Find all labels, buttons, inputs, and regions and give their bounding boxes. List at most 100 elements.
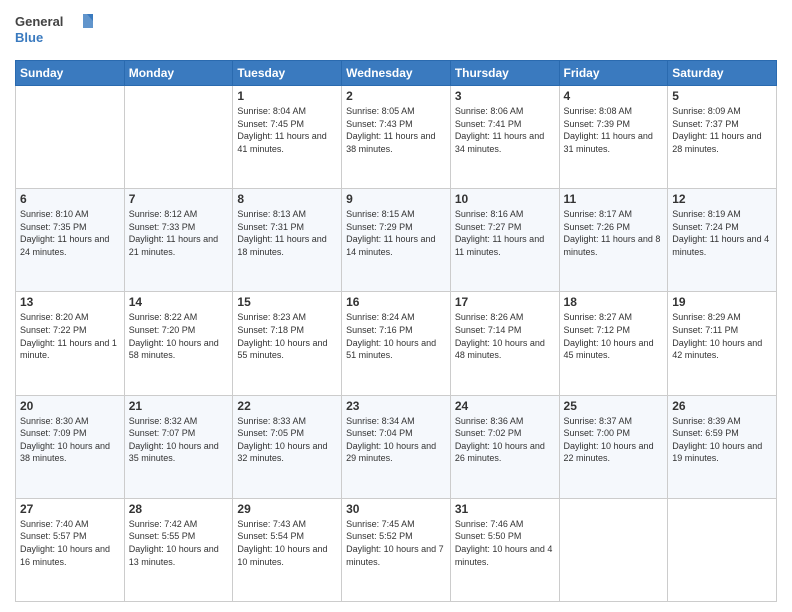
day-info: Sunrise: 8:39 AM Sunset: 6:59 PM Dayligh… (672, 415, 772, 465)
calendar-cell: 23 Sunrise: 8:34 AM Sunset: 7:04 PM Dayli… (342, 395, 451, 498)
calendar-cell: 25 Sunrise: 8:37 AM Sunset: 7:00 PM Dayli… (559, 395, 668, 498)
weekday-header: Friday (559, 61, 668, 86)
day-info: Sunrise: 8:05 AM Sunset: 7:43 PM Dayligh… (346, 105, 446, 155)
day-info: Sunrise: 8:34 AM Sunset: 7:04 PM Dayligh… (346, 415, 446, 465)
calendar-cell: 29 Sunrise: 7:43 AM Sunset: 5:54 PM Dayli… (233, 498, 342, 601)
day-number: 26 (672, 399, 772, 413)
day-number: 25 (564, 399, 664, 413)
day-info: Sunrise: 8:27 AM Sunset: 7:12 PM Dayligh… (564, 311, 664, 361)
day-info: Sunrise: 7:45 AM Sunset: 5:52 PM Dayligh… (346, 518, 446, 568)
calendar-cell: 22 Sunrise: 8:33 AM Sunset: 7:05 PM Dayli… (233, 395, 342, 498)
calendar-cell: 24 Sunrise: 8:36 AM Sunset: 7:02 PM Dayli… (450, 395, 559, 498)
day-info: Sunrise: 8:32 AM Sunset: 7:07 PM Dayligh… (129, 415, 229, 465)
day-number: 17 (455, 295, 555, 309)
calendar-week-row: 20Sunrise: 8:30 AM Sunset: 7:09 PM Dayli… (16, 395, 777, 498)
day-info: Sunrise: 8:15 AM Sunset: 7:29 PM Dayligh… (346, 208, 446, 258)
day-number: 15 (237, 295, 337, 309)
day-number: 27 (20, 502, 120, 516)
day-info: Sunrise: 8:13 AM Sunset: 7:31 PM Dayligh… (237, 208, 337, 258)
calendar-cell: 31 Sunrise: 7:46 AM Sunset: 5:50 PM Dayli… (450, 498, 559, 601)
day-number: 28 (129, 502, 229, 516)
calendar-cell: 6 Sunrise: 8:10 AM Sunset: 7:35 PM Daylig… (16, 189, 125, 292)
day-info: Sunrise: 8:10 AM Sunset: 7:35 PM Dayligh… (20, 208, 120, 258)
calendar-cell (559, 498, 668, 601)
calendar-cell: 28Sunrise: 7:42 AM Sunset: 5:55 PM Dayli… (124, 498, 233, 601)
calendar-cell: 18 Sunrise: 8:27 AM Sunset: 7:12 PM Dayli… (559, 292, 668, 395)
calendar-week-row: 6 Sunrise: 8:10 AM Sunset: 7:35 PM Daylig… (16, 189, 777, 292)
calendar-cell: 19 Sunrise: 8:29 AM Sunset: 7:11 PM Dayli… (668, 292, 777, 395)
day-number: 7 (129, 192, 229, 206)
calendar-cell (124, 86, 233, 189)
day-info: Sunrise: 8:24 AM Sunset: 7:16 PM Dayligh… (346, 311, 446, 361)
calendar-cell: 17 Sunrise: 8:26 AM Sunset: 7:14 PM Dayli… (450, 292, 559, 395)
calendar-cell: 30 Sunrise: 7:45 AM Sunset: 5:52 PM Dayli… (342, 498, 451, 601)
calendar-cell: 8 Sunrise: 8:13 AM Sunset: 7:31 PM Daylig… (233, 189, 342, 292)
calendar-cell: 21 Sunrise: 8:32 AM Sunset: 7:07 PM Dayli… (124, 395, 233, 498)
day-info: Sunrise: 8:29 AM Sunset: 7:11 PM Dayligh… (672, 311, 772, 361)
calendar-cell: 10 Sunrise: 8:16 AM Sunset: 7:27 PM Dayli… (450, 189, 559, 292)
calendar-cell (668, 498, 777, 601)
calendar-cell: 15 Sunrise: 8:23 AM Sunset: 7:18 PM Dayli… (233, 292, 342, 395)
day-number: 24 (455, 399, 555, 413)
calendar-cell: 4Sunrise: 8:08 AM Sunset: 7:39 PM Daylig… (559, 86, 668, 189)
day-info: Sunrise: 8:08 AM Sunset: 7:39 PM Dayligh… (564, 105, 664, 155)
day-number: 30 (346, 502, 446, 516)
calendar-week-row: 27 Sunrise: 7:40 AM Sunset: 5:57 PM Dayli… (16, 498, 777, 601)
day-info: Sunrise: 8:12 AM Sunset: 7:33 PM Dayligh… (129, 208, 229, 258)
day-info: Sunrise: 8:23 AM Sunset: 7:18 PM Dayligh… (237, 311, 337, 361)
day-info: Sunrise: 8:06 AM Sunset: 7:41 PM Dayligh… (455, 105, 555, 155)
day-info: Sunrise: 7:40 AM Sunset: 5:57 PM Dayligh… (20, 518, 120, 568)
day-info: Sunrise: 8:36 AM Sunset: 7:02 PM Dayligh… (455, 415, 555, 465)
day-number: 12 (672, 192, 772, 206)
general-blue-logo: General Blue (15, 10, 95, 52)
calendar-cell: 27 Sunrise: 7:40 AM Sunset: 5:57 PM Dayli… (16, 498, 125, 601)
day-number: 29 (237, 502, 337, 516)
day-number: 10 (455, 192, 555, 206)
day-number: 3 (455, 89, 555, 103)
calendar-table: SundayMondayTuesdayWednesdayThursdayFrid… (15, 60, 777, 602)
day-number: 6 (20, 192, 120, 206)
day-info: Sunrise: 8:26 AM Sunset: 7:14 PM Dayligh… (455, 311, 555, 361)
calendar-cell: 9Sunrise: 8:15 AM Sunset: 7:29 PM Daylig… (342, 189, 451, 292)
day-info: Sunrise: 8:30 AM Sunset: 7:09 PM Dayligh… (20, 415, 120, 465)
day-number: 18 (564, 295, 664, 309)
day-number: 19 (672, 295, 772, 309)
calendar-cell: 5Sunrise: 8:09 AM Sunset: 7:37 PM Daylig… (668, 86, 777, 189)
logo: General Blue (15, 10, 95, 52)
calendar-cell: 11Sunrise: 8:17 AM Sunset: 7:26 PM Dayli… (559, 189, 668, 292)
weekday-header-row: SundayMondayTuesdayWednesdayThursdayFrid… (16, 61, 777, 86)
calendar-cell: 12Sunrise: 8:19 AM Sunset: 7:24 PM Dayli… (668, 189, 777, 292)
day-number: 8 (237, 192, 337, 206)
header: General Blue (15, 10, 777, 52)
svg-text:General: General (15, 14, 63, 29)
page: General Blue SundayMondayTuesdayWednesda… (0, 0, 792, 612)
day-number: 21 (129, 399, 229, 413)
day-number: 22 (237, 399, 337, 413)
day-info: Sunrise: 8:37 AM Sunset: 7:00 PM Dayligh… (564, 415, 664, 465)
calendar-cell: 26 Sunrise: 8:39 AM Sunset: 6:59 PM Dayli… (668, 395, 777, 498)
weekday-header: Thursday (450, 61, 559, 86)
calendar-cell: 14Sunrise: 8:22 AM Sunset: 7:20 PM Dayli… (124, 292, 233, 395)
day-number: 31 (455, 502, 555, 516)
weekday-header: Wednesday (342, 61, 451, 86)
calendar-cell: 20Sunrise: 8:30 AM Sunset: 7:09 PM Dayli… (16, 395, 125, 498)
calendar-cell: 3 Sunrise: 8:06 AM Sunset: 7:41 PM Daylig… (450, 86, 559, 189)
day-number: 23 (346, 399, 446, 413)
calendar-week-row: 13Sunrise: 8:20 AM Sunset: 7:22 PM Dayli… (16, 292, 777, 395)
day-number: 13 (20, 295, 120, 309)
day-info: Sunrise: 8:33 AM Sunset: 7:05 PM Dayligh… (237, 415, 337, 465)
weekday-header: Sunday (16, 61, 125, 86)
day-number: 16 (346, 295, 446, 309)
weekday-header: Monday (124, 61, 233, 86)
day-number: 14 (129, 295, 229, 309)
day-number: 11 (564, 192, 664, 206)
calendar-cell (16, 86, 125, 189)
day-info: Sunrise: 7:46 AM Sunset: 5:50 PM Dayligh… (455, 518, 555, 568)
day-info: Sunrise: 7:43 AM Sunset: 5:54 PM Dayligh… (237, 518, 337, 568)
calendar-cell: 2Sunrise: 8:05 AM Sunset: 7:43 PM Daylig… (342, 86, 451, 189)
day-number: 5 (672, 89, 772, 103)
calendar-cell: 16 Sunrise: 8:24 AM Sunset: 7:16 PM Dayli… (342, 292, 451, 395)
calendar-cell: 7 Sunrise: 8:12 AM Sunset: 7:33 PM Daylig… (124, 189, 233, 292)
calendar-cell: 1Sunrise: 8:04 AM Sunset: 7:45 PM Daylig… (233, 86, 342, 189)
day-info: Sunrise: 8:16 AM Sunset: 7:27 PM Dayligh… (455, 208, 555, 258)
